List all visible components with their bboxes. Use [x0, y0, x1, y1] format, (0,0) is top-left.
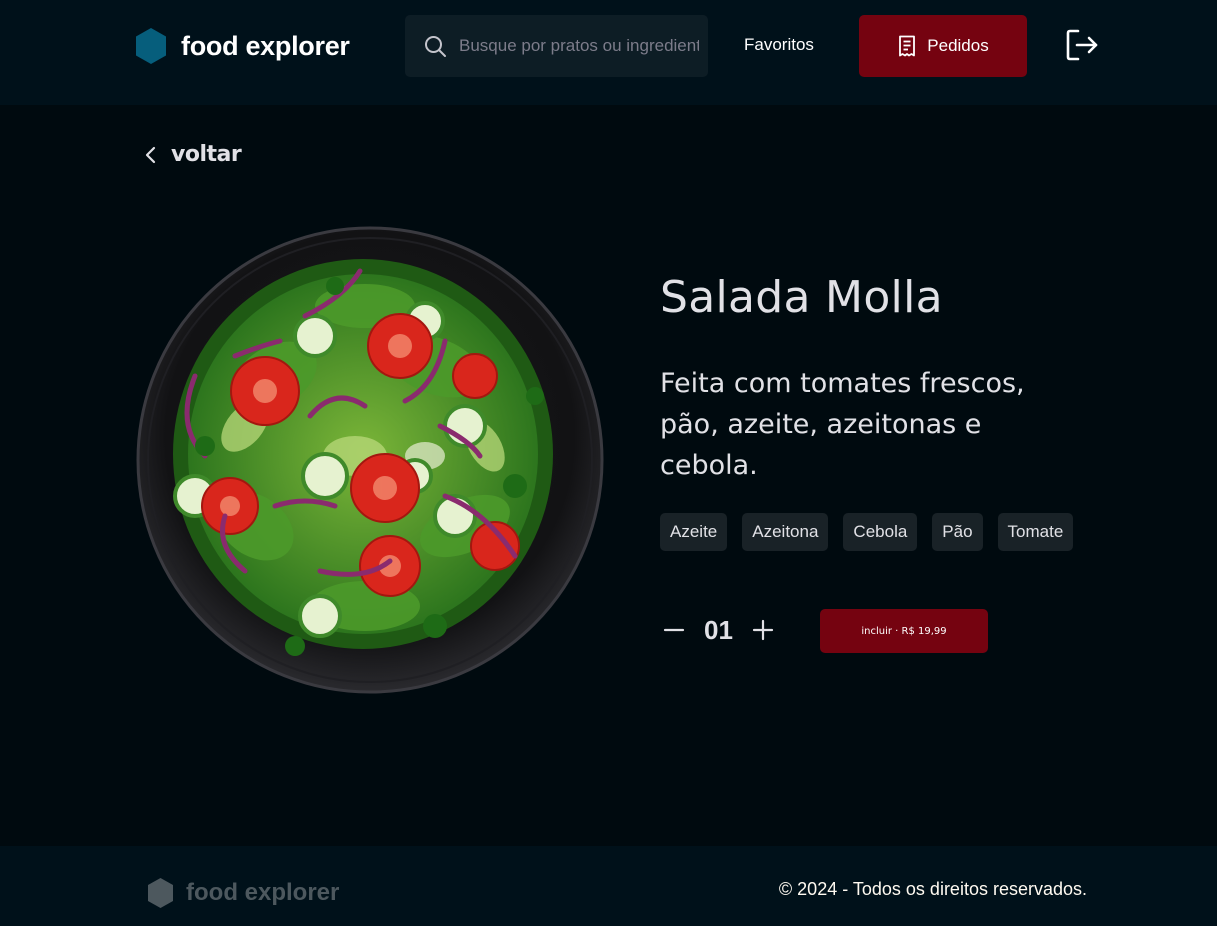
- search-input[interactable]: [459, 36, 699, 56]
- brand-name: food explorer: [181, 30, 350, 61]
- hexagon-logo-icon: [148, 878, 173, 908]
- back-button[interactable]: voltar: [143, 142, 242, 167]
- minus-icon: [663, 628, 685, 632]
- ingredient-tag: Azeitona: [742, 513, 829, 551]
- orders-label: Pedidos: [927, 36, 989, 55]
- quantity-value: 01: [704, 614, 733, 645]
- header: food explorer Favoritos Pedidos: [0, 0, 1217, 105]
- orders-button[interactable]: Pedidos: [859, 15, 1027, 77]
- brand-logo[interactable]: food explorer: [135, 27, 350, 65]
- ingredient-tag: Pão: [932, 513, 983, 551]
- decrease-quantity-button[interactable]: [660, 612, 688, 648]
- dish-title: Salada Molla: [660, 272, 943, 323]
- copyright-text: © 2024 - Todos os direitos reservados.: [778, 879, 1087, 899]
- ingredient-tag: Tomate: [997, 513, 1074, 551]
- search-bar[interactable]: [405, 15, 708, 77]
- sign-out-icon: [1066, 29, 1098, 61]
- favorites-link[interactable]: Favoritos: [744, 35, 814, 55]
- footer-brand-name: food explorer: [186, 879, 340, 906]
- plus-icon: [752, 619, 774, 641]
- logout-button[interactable]: [1064, 27, 1100, 63]
- back-label: voltar: [171, 142, 242, 167]
- dish-description: Feita com tomates frescos, pão, azeite, …: [660, 368, 1025, 481]
- quantity-stepper: 01: [660, 612, 777, 648]
- increase-quantity-button[interactable]: [749, 612, 777, 648]
- hexagon-logo-icon: [136, 28, 166, 64]
- ingredient-tags: Azeite Azeitona Cebola Pão Tomate: [660, 513, 1074, 551]
- salad-bowl-image: [136, 226, 604, 694]
- chevron-left-icon: [145, 146, 156, 163]
- search-icon: [425, 36, 446, 57]
- receipt-icon: [899, 35, 916, 57]
- footer-logo: food explorer: [147, 877, 339, 909]
- footer: food explorer © 2024 - Todos os direitos…: [0, 846, 1217, 926]
- ingredient-tag: Azeite: [660, 513, 728, 551]
- ingredient-tag: Cebola: [843, 513, 918, 551]
- include-button[interactable]: incluir · R$ 19,99: [820, 609, 988, 653]
